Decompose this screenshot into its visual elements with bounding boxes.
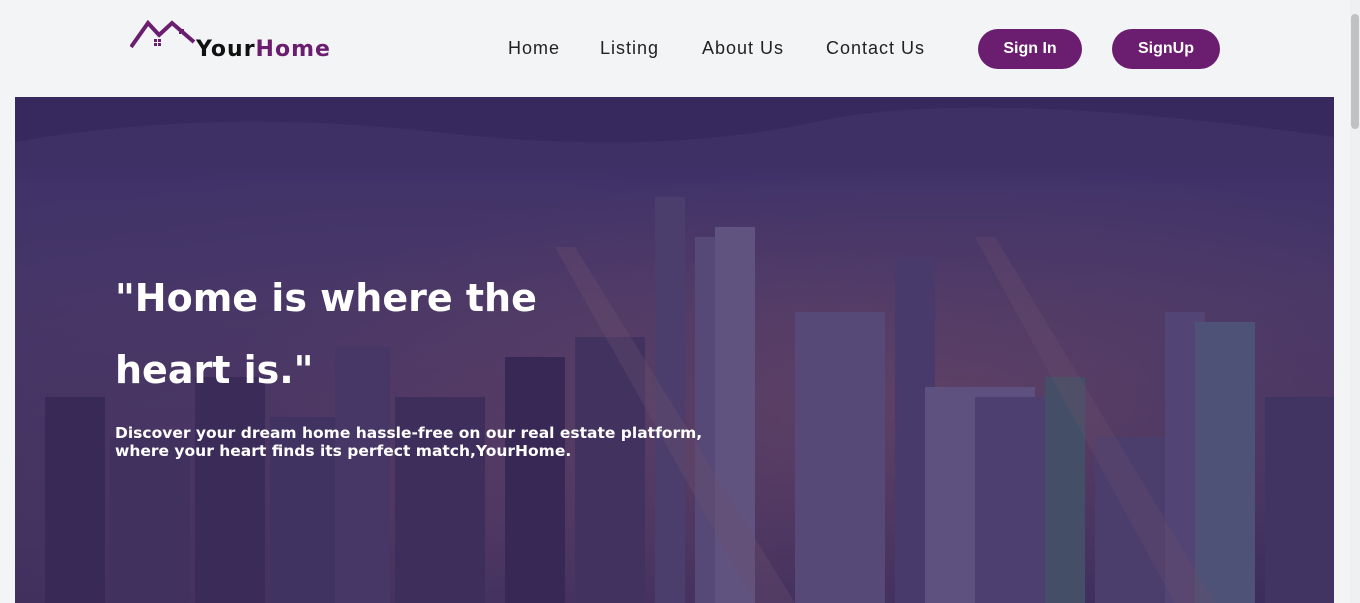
hero-banner: "Home is where the heart is." Discover y… bbox=[15, 97, 1334, 603]
nav-link-contact-us[interactable]: Contact Us bbox=[826, 38, 925, 59]
nav-link-home[interactable]: Home bbox=[508, 38, 560, 59]
brand-logo[interactable]: YourHome bbox=[130, 20, 340, 70]
page-scrollbar[interactable] bbox=[1350, 0, 1360, 603]
nav-link-about-us[interactable]: About Us bbox=[702, 38, 784, 59]
nav-link-listing[interactable]: Listing bbox=[600, 38, 659, 59]
sign-up-button[interactable]: SignUp bbox=[1112, 29, 1220, 69]
brand-name-part1: Your bbox=[196, 37, 256, 62]
brand-name-part2: Home bbox=[255, 37, 331, 62]
scrollbar-thumb[interactable] bbox=[1351, 14, 1359, 129]
brand-name: YourHome bbox=[196, 37, 331, 62]
house-roofs-icon bbox=[130, 20, 196, 49]
top-navbar: YourHome Home Listing About Us Contact U… bbox=[0, 0, 1350, 97]
sign-in-button[interactable]: Sign In bbox=[978, 29, 1082, 69]
hero-subline: Discover your dream home hassle-free on … bbox=[115, 424, 703, 460]
hero-headline: "Home is where the heart is." bbox=[115, 276, 537, 392]
